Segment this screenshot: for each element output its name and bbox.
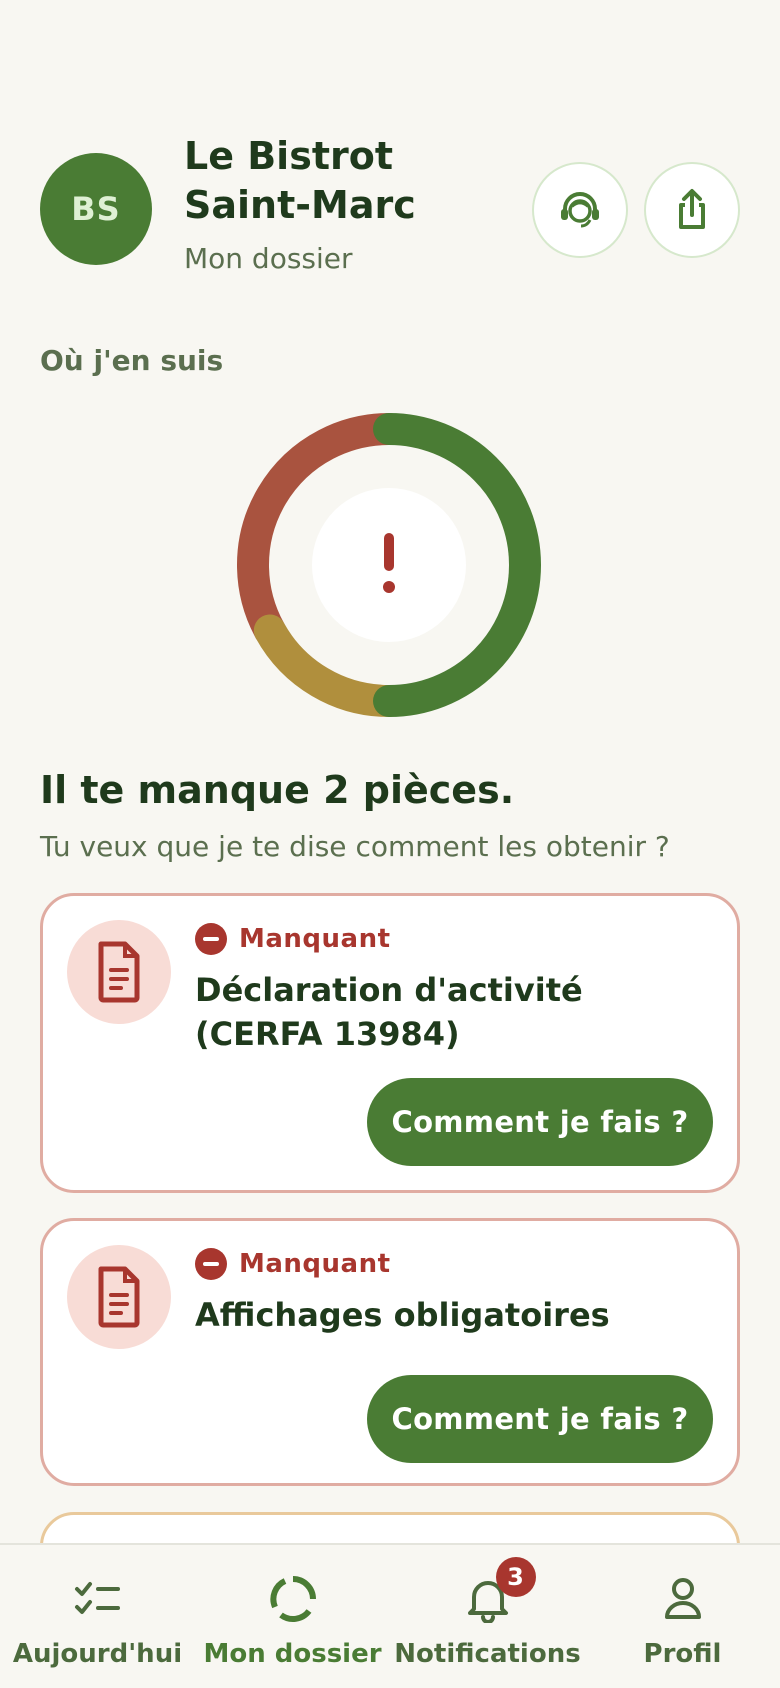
nav-item-notifications[interactable]: 3 Notifications	[390, 1545, 585, 1688]
status-label: Manquant	[239, 1249, 391, 1279]
minus-circle-icon	[195, 923, 227, 955]
document-card[interactable]: Manquant Déclaration d'activité (CERFA 1…	[40, 893, 740, 1193]
status-badge: Manquant	[195, 922, 391, 956]
minus-circle-icon	[195, 1248, 227, 1280]
status-label: Manquant	[239, 924, 391, 954]
document-title: Affichages obligatoires	[195, 1296, 610, 1334]
exclamation-icon	[383, 533, 395, 593]
nav-item-today[interactable]: Aujourd'hui	[0, 1545, 195, 1688]
status-badge: Manquant	[195, 1247, 391, 1281]
page-subtitle: Mon dossier	[184, 242, 353, 275]
bottom-nav: Aujourd'hui Mon dossier 3 Notifications	[0, 1543, 780, 1688]
nav-label: Mon dossier	[203, 1639, 382, 1669]
document-icon	[98, 941, 140, 1003]
business-name: Le Bistrot Saint-Marc	[184, 134, 416, 227]
share-button[interactable]	[644, 162, 740, 258]
nav-item-profile[interactable]: Profil	[585, 1545, 780, 1688]
help-question: Tu veux que je te dise comment les obten…	[40, 830, 670, 863]
progress-section-label: Où j'en suis	[40, 344, 224, 377]
progress-ring-icon	[269, 1576, 316, 1622]
nav-label: Aujourd'hui	[12, 1639, 183, 1669]
document-icon-circle	[67, 1245, 171, 1349]
mon-dossier-screen: BS Le Bistrot Saint-Marc Mon dossier Où …	[0, 0, 780, 1688]
document-icon-circle	[67, 920, 171, 1024]
share-icon	[679, 189, 705, 229]
user-icon	[664, 1578, 701, 1619]
progress-ring	[237, 413, 541, 717]
ring-segment-pending	[253, 614, 405, 717]
missing-count-headline: Il te manque 2 pièces.	[40, 768, 515, 812]
nav-item-dossier[interactable]: Mon dossier	[195, 1545, 390, 1688]
document-icon	[98, 1266, 140, 1328]
how-to-button[interactable]: Comment je fais ?	[367, 1078, 713, 1166]
avatar[interactable]: BS	[40, 153, 152, 265]
nav-label: Profil	[643, 1639, 722, 1669]
how-to-button[interactable]: Comment je fais ?	[367, 1375, 713, 1463]
support-button[interactable]	[532, 162, 628, 258]
checklist-icon	[74, 1582, 120, 1614]
header: BS Le Bistrot Saint-Marc Mon dossier	[40, 130, 740, 290]
notification-count-badge: 3	[495, 1557, 536, 1597]
headset-icon	[561, 192, 599, 228]
document-title: Déclaration d'activité (CERFA 13984)	[195, 971, 583, 1053]
nav-label: Notifications	[394, 1639, 581, 1669]
document-card[interactable]: Manquant Affichages obligatoires Comment…	[40, 1218, 740, 1486]
